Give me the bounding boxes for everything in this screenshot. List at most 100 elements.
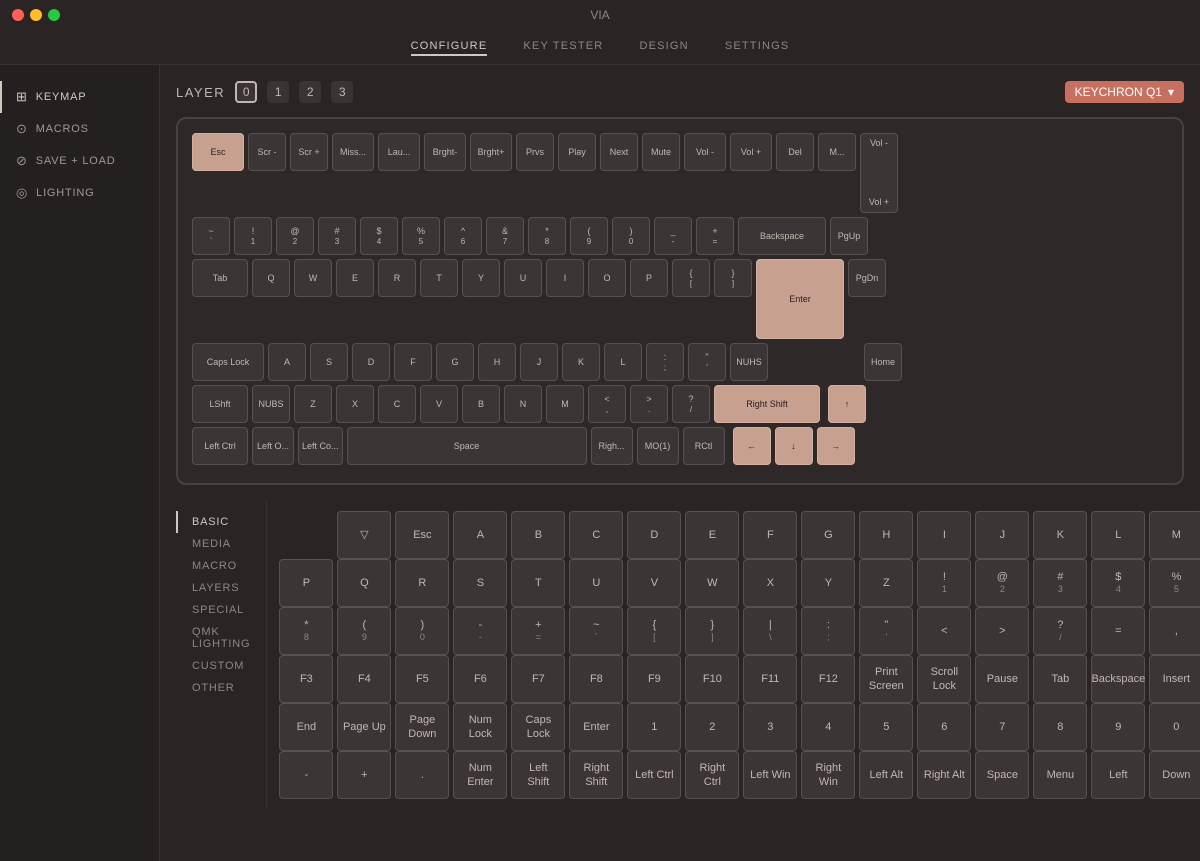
cat-layers[interactable]: LAYERS xyxy=(176,577,266,599)
picker-key-4-2[interactable]: PageDown xyxy=(395,703,449,751)
key-k[interactable]: K xyxy=(562,343,600,381)
key-left[interactable]: ← xyxy=(733,427,771,465)
key-play[interactable]: Play xyxy=(558,133,596,171)
key-right[interactable]: → xyxy=(817,427,855,465)
picker-key-1-14[interactable]: $4 xyxy=(1091,559,1145,607)
picker-key-2-11[interactable]: < xyxy=(917,607,971,655)
nav-configure[interactable]: CONFIGURE xyxy=(411,38,488,56)
key-period[interactable]: >. xyxy=(630,385,668,423)
picker-key-5-7[interactable]: RightCtrl xyxy=(685,751,739,799)
picker-key-0-3[interactable]: A xyxy=(453,511,507,559)
key-6[interactable]: ^6 xyxy=(444,217,482,255)
picker-key-4-0[interactable]: End xyxy=(279,703,333,751)
picker-key-3-4[interactable]: F7 xyxy=(511,655,565,703)
key-t[interactable]: T xyxy=(420,259,458,297)
key-j[interactable]: J xyxy=(520,343,558,381)
picker-key-2-14[interactable]: = xyxy=(1091,607,1145,655)
key-down[interactable]: ↓ xyxy=(775,427,813,465)
picker-key-0-0[interactable] xyxy=(279,511,333,559)
picker-key-2-6[interactable]: {[ xyxy=(627,607,681,655)
close-button[interactable] xyxy=(12,9,24,21)
picker-key-5-14[interactable]: Left xyxy=(1091,751,1145,799)
key-q[interactable]: Q xyxy=(252,259,290,297)
picker-key-3-13[interactable]: Tab xyxy=(1033,655,1087,703)
key-v[interactable]: V xyxy=(420,385,458,423)
picker-key-2-7[interactable]: }] xyxy=(685,607,739,655)
picker-key-5-15[interactable]: Down xyxy=(1149,751,1200,799)
layer-btn-2[interactable]: 2 xyxy=(299,81,321,103)
picker-key-1-0[interactable]: P xyxy=(279,559,333,607)
key-2[interactable]: @2 xyxy=(276,217,314,255)
key-a[interactable]: A xyxy=(268,343,306,381)
picker-key-2-4[interactable]: += xyxy=(511,607,565,655)
key-up[interactable]: ↑ xyxy=(828,385,866,423)
key-w[interactable]: W xyxy=(294,259,332,297)
key-esc[interactable]: Esc xyxy=(192,133,244,171)
key-rbracket[interactable]: }] xyxy=(714,259,752,297)
key-8[interactable]: *8 xyxy=(528,217,566,255)
key-enter[interactable]: Enter xyxy=(756,259,844,339)
key-tab[interactable]: Tab xyxy=(192,259,248,297)
key-c[interactable]: C xyxy=(378,385,416,423)
key-brght-plus[interactable]: Brght+ xyxy=(470,133,512,171)
layer-btn-3[interactable]: 3 xyxy=(331,81,353,103)
key-m-fn[interactable]: M... xyxy=(818,133,856,171)
key-nubs[interactable]: NUBS xyxy=(252,385,290,423)
key-lalt[interactable]: Left Co... xyxy=(298,427,343,465)
key-lwin[interactable]: Left O... xyxy=(252,427,294,465)
picker-key-3-11[interactable]: ScrollLock xyxy=(917,655,971,703)
key-pgdn[interactable]: PgDn xyxy=(848,259,886,297)
key-capslock[interactable]: Caps Lock xyxy=(192,343,264,381)
picker-key-5-9[interactable]: RightWin xyxy=(801,751,855,799)
picker-key-1-12[interactable]: @2 xyxy=(975,559,1029,607)
key-l[interactable]: L xyxy=(604,343,642,381)
layer-btn-1[interactable]: 1 xyxy=(267,81,289,103)
nav-settings[interactable]: SETTINGS xyxy=(725,38,790,56)
key-5[interactable]: %5 xyxy=(402,217,440,255)
picker-key-5-5[interactable]: RightShift xyxy=(569,751,623,799)
maximize-button[interactable] xyxy=(48,9,60,21)
key-z[interactable]: Z xyxy=(294,385,332,423)
key-pgup[interactable]: PgUp xyxy=(830,217,868,255)
picker-key-1-3[interactable]: S xyxy=(453,559,507,607)
picker-key-0-11[interactable]: I xyxy=(917,511,971,559)
key-mo1[interactable]: MO(1) xyxy=(637,427,679,465)
picker-key-3-3[interactable]: F6 xyxy=(453,655,507,703)
picker-key-2-9[interactable]: :; xyxy=(801,607,855,655)
nav-key-tester[interactable]: KEY TESTER xyxy=(523,38,603,56)
picker-key-5-10[interactable]: Left Alt xyxy=(859,751,913,799)
key-b[interactable]: B xyxy=(462,385,500,423)
picker-key-5-8[interactable]: Left Win xyxy=(743,751,797,799)
picker-key-0-12[interactable]: J xyxy=(975,511,1029,559)
picker-key-0-2[interactable]: Esc xyxy=(395,511,449,559)
key-rshift[interactable]: Right Shift xyxy=(714,385,820,423)
key-m[interactable]: M xyxy=(546,385,584,423)
cat-basic[interactable]: BASIC xyxy=(176,511,266,533)
picker-key-5-3[interactable]: NumEnter xyxy=(453,751,507,799)
picker-key-4-14[interactable]: 9 xyxy=(1091,703,1145,751)
key-e[interactable]: E xyxy=(336,259,374,297)
key-o[interactable]: O xyxy=(588,259,626,297)
picker-key-4-1[interactable]: Page Up xyxy=(337,703,391,751)
picker-key-1-4[interactable]: T xyxy=(511,559,565,607)
sidebar-item-macros[interactable]: ⊙ MACROS xyxy=(0,113,159,145)
picker-key-1-2[interactable]: R xyxy=(395,559,449,607)
picker-key-4-3[interactable]: NumLock xyxy=(453,703,507,751)
picker-key-0-5[interactable]: C xyxy=(569,511,623,559)
picker-key-1-10[interactable]: Z xyxy=(859,559,913,607)
picker-key-5-6[interactable]: Left Ctrl xyxy=(627,751,681,799)
key-lshift[interactable]: LShft xyxy=(192,385,248,423)
picker-key-0-13[interactable]: K xyxy=(1033,511,1087,559)
picker-key-2-13[interactable]: ?/ xyxy=(1033,607,1087,655)
cat-custom[interactable]: CUSTOM xyxy=(176,655,266,677)
cat-media[interactable]: MEDIA xyxy=(176,533,266,555)
key-scr-minus[interactable]: Scr - xyxy=(248,133,286,171)
key-space[interactable]: Space xyxy=(347,427,587,465)
picker-key-3-10[interactable]: PrintScreen xyxy=(859,655,913,703)
key-vol-pair[interactable]: Vol - Vol + xyxy=(860,133,898,213)
picker-key-2-8[interactable]: |\ xyxy=(743,607,797,655)
cat-qmk-lighting[interactable]: QMK LIGHTING xyxy=(176,621,266,655)
cat-macro[interactable]: MACRO xyxy=(176,555,266,577)
key-prvs[interactable]: Prvs xyxy=(516,133,554,171)
key-n[interactable]: N xyxy=(504,385,542,423)
